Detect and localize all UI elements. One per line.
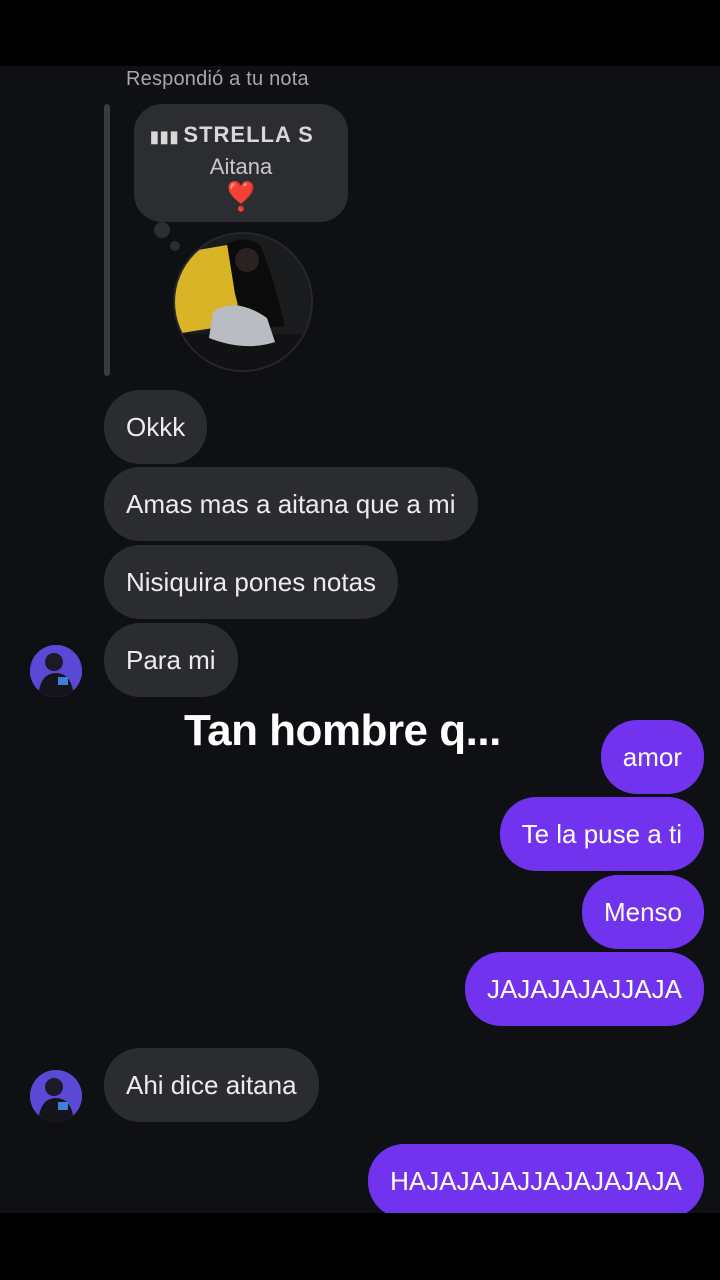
note-song-text: STRELLA S <box>183 122 314 147</box>
thought-dot-small <box>170 241 180 251</box>
message-bubble-out[interactable]: Te la puse a ti <box>499 797 704 871</box>
chat-thread[interactable]: Respondió a tu nota ▮▮▮ STRELLA S Aitana … <box>0 66 720 1213</box>
reply-quote-bar <box>104 104 110 376</box>
message-bubble-out[interactable]: Menso <box>581 875 704 949</box>
reply-context-label: Respondió a tu nota <box>126 68 309 90</box>
note-artist: Aitana <box>209 154 273 179</box>
avatar-photo-icon <box>175 234 311 370</box>
audio-bars-icon: ▮▮▮ <box>150 129 180 146</box>
sender-avatar[interactable] <box>30 645 82 697</box>
message-bubble-in[interactable]: Amas mas a aitana que a mi <box>104 467 478 541</box>
overlay-caption: Tan hombre q... <box>184 706 501 755</box>
message-bubble-out[interactable]: amor <box>600 720 704 794</box>
message-bubble-in[interactable]: Para mi <box>104 623 238 697</box>
message-bubble-out[interactable]: HAJAJAJAJJAJAJAJAJA <box>368 1144 704 1213</box>
note-bubble[interactable]: ▮▮▮ STRELLA S Aitana ❣️ <box>134 104 348 222</box>
sender-avatar[interactable] <box>30 1070 82 1122</box>
note-song-title: ▮▮▮ STRELLA S <box>134 122 348 148</box>
avatar-photo-icon <box>30 645 82 697</box>
note-author-avatar[interactable] <box>173 232 313 372</box>
message-bubble-in[interactable]: Nisiquira pones notas <box>104 545 399 619</box>
message-bubble-in[interactable]: Ahi dice aitana <box>104 1048 319 1122</box>
message-bubble-in[interactable]: Okkk <box>104 390 208 464</box>
message-bubble-out[interactable]: JAJAJAJAJJAJA <box>464 952 704 1026</box>
heart-icon: ❣️ <box>223 181 259 212</box>
avatar-photo-icon <box>30 1070 82 1122</box>
thought-dot-large <box>154 222 170 238</box>
